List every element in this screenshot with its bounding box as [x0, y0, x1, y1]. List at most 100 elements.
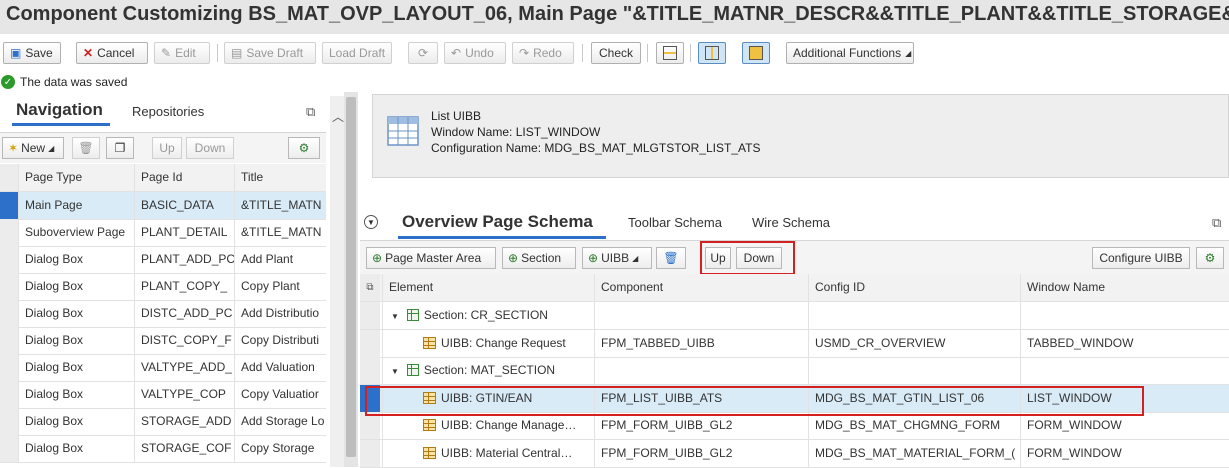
- cancel-button[interactable]: ✕ Cancel: [76, 42, 148, 64]
- element-label: Section: MAT_SECTION: [423, 363, 556, 377]
- row-selector[interactable]: [0, 192, 18, 219]
- redo-button[interactable]: ↷ Redo: [512, 42, 574, 64]
- config-id-cell: MDG_BS_MAT_MATERIAL_FORM_(: [808, 439, 1020, 467]
- edit-button[interactable]: ✎ Edit: [154, 42, 210, 64]
- row-selector[interactable]: [0, 273, 18, 300]
- page-id-cell: DISTC_ADD_PC: [134, 300, 234, 327]
- table-row[interactable]: Dialog Box DISTC_COPY_F Copy Distributi: [0, 327, 326, 355]
- copy-button[interactable]: ❐: [106, 137, 134, 159]
- table-row[interactable]: ▼ Section: MAT_SECTION: [360, 357, 1229, 385]
- column-header[interactable]: Page Id: [134, 164, 234, 191]
- toolbar-divider: [582, 44, 583, 62]
- table-row[interactable]: Dialog Box VALTYPE_COP Copy Valuatior: [0, 381, 326, 409]
- row-selector[interactable]: [0, 246, 18, 273]
- table-row[interactable]: Dialog Box DISTC_ADD_PC Add Distributio: [0, 300, 326, 328]
- row-selector[interactable]: [0, 300, 18, 327]
- table-row[interactable]: ▼ Section: CR_SECTION: [360, 302, 1229, 330]
- chevron-down-icon[interactable]: ▼: [364, 215, 378, 229]
- table-header-row: ⧉ Element Component Config ID Window Nam…: [360, 274, 1229, 302]
- row-selector[interactable]: [0, 354, 18, 381]
- save-button[interactable]: ▣ Save: [3, 42, 61, 64]
- load-draft-label: Load Draft: [329, 46, 386, 60]
- additional-functions-label: Additional Functions: [793, 46, 902, 60]
- layout-vertical-icon: [705, 46, 719, 60]
- save-draft-button[interactable]: ▤ Save Draft: [224, 42, 316, 64]
- configure-uibb-button[interactable]: Configure UIBB: [1092, 247, 1190, 269]
- table-row[interactable]: Suboverview Page PLANT_DETAIL &TITLE_MATN: [0, 219, 326, 247]
- nav-down-button[interactable]: Down: [186, 137, 234, 159]
- add-section-button[interactable]: ⊕ Section: [502, 247, 576, 269]
- row-selector[interactable]: [0, 381, 18, 408]
- layout-full-button[interactable]: [742, 42, 770, 64]
- element-cell: UIBB: Material Central…: [382, 439, 594, 467]
- new-button[interactable]: ✶ New ◢: [2, 137, 64, 159]
- delete-button[interactable]: 🗑: [656, 247, 686, 269]
- layout-vertical-button[interactable]: [698, 42, 726, 64]
- column-header[interactable]: Window Name: [1020, 274, 1229, 301]
- page-master-area-button[interactable]: ⊕ Page Master Area: [366, 247, 496, 269]
- layout-horizontal-button[interactable]: [656, 42, 684, 64]
- column-header[interactable]: Title: [234, 164, 326, 191]
- table-row[interactable]: Dialog Box STORAGE_ADD Add Storage Lo: [0, 408, 326, 436]
- personalize-button[interactable]: ⚙: [288, 137, 320, 159]
- tab-overview-page-schema[interactable]: Overview Page Schema: [402, 212, 593, 232]
- config-id-cell: [808, 302, 1020, 329]
- table-row[interactable]: Dialog Box PLANT_ADD_PC Add Plant: [0, 246, 326, 274]
- tab-repositories[interactable]: Repositories: [132, 104, 204, 119]
- row-selector[interactable]: [0, 435, 18, 462]
- table-row[interactable]: Dialog Box PLANT_COPY_ Copy Plant: [0, 273, 326, 301]
- personalize-button[interactable]: ⚙: [1196, 247, 1224, 269]
- row-selector[interactable]: [0, 219, 18, 246]
- column-header[interactable]: Page Type: [18, 164, 134, 191]
- panel-splitter[interactable]: ︿: [330, 96, 344, 467]
- select-all-cell[interactable]: ⧉: [360, 274, 380, 301]
- column-header[interactable]: Element: [382, 274, 594, 301]
- row-selector[interactable]: [360, 302, 380, 329]
- page-title-cell: Add Storage Lo: [234, 408, 326, 435]
- vertical-scrollbar[interactable]: [344, 92, 358, 467]
- refresh-button[interactable]: ⟳: [408, 42, 438, 64]
- column-header[interactable]: Component: [594, 274, 808, 301]
- row-selector[interactable]: [0, 408, 18, 435]
- check-button[interactable]: Check: [591, 42, 641, 64]
- tab-wire-schema[interactable]: Wire Schema: [752, 215, 830, 230]
- tab-navigation[interactable]: Navigation: [16, 100, 103, 120]
- cancel-icon: ✕: [83, 46, 94, 60]
- additional-functions-button[interactable]: Additional Functions ◢: [786, 42, 914, 64]
- table-row[interactable]: UIBB: Change Manage… FPM_FORM_UIBB_GL2 MDG…: [360, 412, 1229, 440]
- collapse-panel-icon[interactable]: ⧉: [1212, 215, 1221, 231]
- collapse-panel-icon[interactable]: ⧉: [306, 104, 315, 120]
- row-selector[interactable]: [360, 357, 380, 384]
- load-draft-button[interactable]: Load Draft: [322, 42, 392, 64]
- success-check-icon: ✓: [1, 75, 15, 89]
- row-selector[interactable]: [360, 412, 380, 439]
- table-row[interactable]: UIBB: Material Central… FPM_FORM_UIBB_GL2…: [360, 439, 1229, 468]
- table-row[interactable]: Main Page BASIC_DATA &TITLE_MATN: [0, 192, 326, 220]
- redo-label: Redo: [533, 46, 562, 60]
- save-label: Save: [25, 46, 53, 60]
- scrollbar-thumb[interactable]: [346, 97, 356, 457]
- column-header[interactable]: Config ID: [808, 274, 1020, 301]
- add-uibb-button[interactable]: ⊕ UIBB ◢: [582, 247, 652, 269]
- nav-up-label: Up: [159, 141, 175, 155]
- expand-triangle-icon[interactable]: ▼: [391, 303, 399, 329]
- check-label: Check: [598, 46, 633, 60]
- page-type-cell: Dialog Box: [18, 246, 134, 273]
- table-row[interactable]: Dialog Box VALTYPE_ADD_ Add Valuation: [0, 354, 326, 382]
- active-tab-indicator: [12, 123, 110, 126]
- tab-toolbar-schema[interactable]: Toolbar Schema: [628, 215, 722, 230]
- page-title-cell: &TITLE_MATN: [234, 219, 326, 246]
- table-row[interactable]: UIBB: Change Request FPM_TABBED_UIBB USMD_…: [360, 329, 1229, 358]
- table-row[interactable]: Dialog Box STORAGE_COF Copy Storage: [0, 435, 326, 463]
- toolbar-divider: [217, 44, 218, 62]
- row-selector[interactable]: [360, 439, 380, 467]
- chevron-up-icon[interactable]: ︿: [332, 108, 344, 125]
- row-selector[interactable]: [0, 327, 18, 354]
- component-cell: FPM_FORM_UIBB_GL2: [594, 439, 808, 467]
- undo-button[interactable]: ↶ Undo: [444, 42, 506, 64]
- delete-button[interactable]: 🗑: [72, 137, 100, 159]
- expand-triangle-icon[interactable]: ▼: [391, 358, 399, 384]
- toolbar-divider: [647, 44, 648, 62]
- nav-up-button[interactable]: Up: [152, 137, 182, 159]
- row-selector[interactable]: [360, 329, 380, 357]
